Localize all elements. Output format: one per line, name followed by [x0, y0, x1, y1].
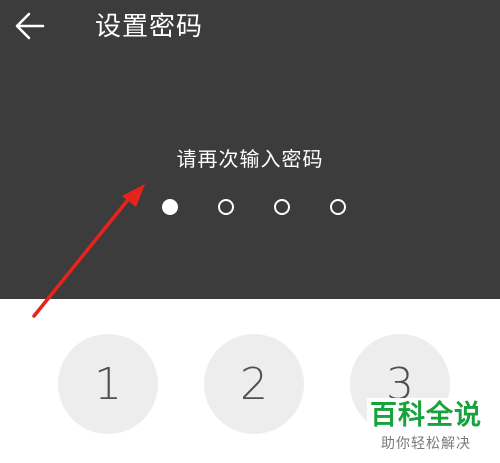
- watermark-title: 百科全说: [370, 400, 482, 431]
- pin-prompt: 请再次输入密码: [176, 147, 324, 171]
- pin-dot: [162, 199, 178, 215]
- password-panel: 设置密码 请再次输入密码: [0, 0, 500, 299]
- back-button[interactable]: [10, 6, 50, 46]
- arrow-left-icon: [15, 12, 45, 40]
- page-title: 设置密码: [95, 12, 204, 42]
- key-1[interactable]: 1: [58, 334, 158, 434]
- watermark-logo: 百科全说 助你轻松解决: [367, 398, 495, 460]
- pin-dot: [330, 199, 346, 215]
- watermark-subtitle: 助你轻松解决: [381, 436, 471, 452]
- key-2[interactable]: 2: [204, 334, 304, 434]
- pin-dot: [274, 199, 290, 215]
- pin-dot: [218, 199, 234, 215]
